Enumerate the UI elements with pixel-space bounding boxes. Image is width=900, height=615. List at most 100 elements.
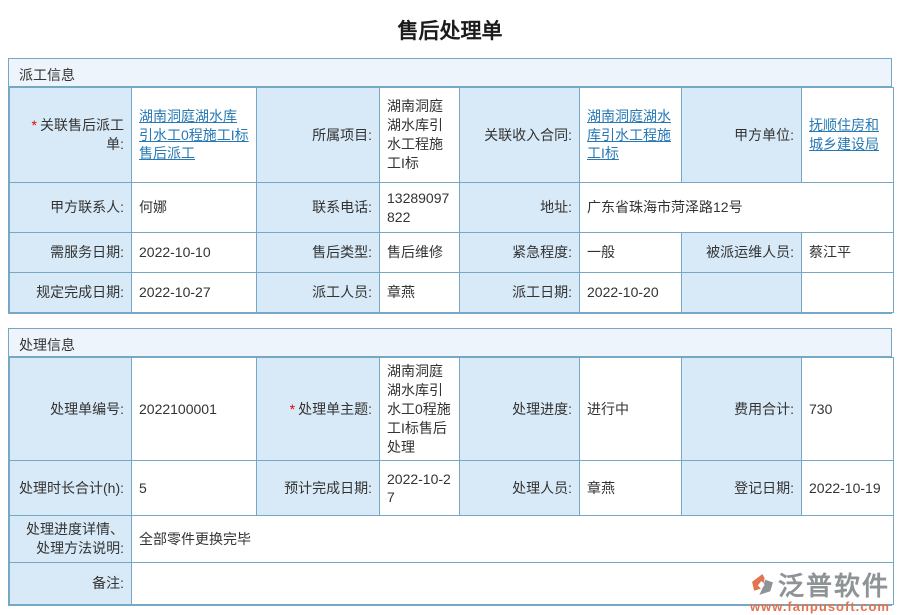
field-value: 湖南洞庭湖水库引水工程施工I标 <box>387 98 443 171</box>
field-label: 处理进度: <box>512 401 572 417</box>
field-value: 何娜 <box>139 199 167 215</box>
field-label: 地址: <box>540 199 572 215</box>
field-value: 5 <box>139 480 147 496</box>
label-aftersale-type: 售后类型: <box>257 233 380 273</box>
field-label: 联系电话: <box>312 199 372 215</box>
label-service-date: 需服务日期: <box>10 233 132 273</box>
field-label: 处理单编号: <box>50 401 124 417</box>
income-contract-link[interactable]: 湖南洞庭湖水库引水工程施工I标 <box>587 108 671 162</box>
field-value: 广东省珠海市菏泽路12号 <box>587 199 743 215</box>
table-row: *关联售后派工单: 湖南洞庭湖水库引水工0程施工I标售后派工 所属项目: 湖南洞… <box>10 88 894 183</box>
field-label: 被派运维人员: <box>706 244 794 260</box>
value-register-date: 2022-10-19 <box>802 461 894 516</box>
label-dispatch-date: 派工日期: <box>460 273 580 313</box>
field-value: 730 <box>809 401 832 417</box>
value-order-no: 2022100001 <box>132 358 257 461</box>
dispatch-table: *关联售后派工单: 湖南洞庭湖水库引水工0程施工I标售后派工 所属项目: 湖南洞… <box>9 87 894 313</box>
value-party-a-contact: 何娜 <box>132 183 257 233</box>
fanpu-url-text: www.fanpusoft.com <box>750 600 890 614</box>
value-project: 湖南洞庭湖水库引水工程施工I标 <box>380 88 460 183</box>
label-progress: 处理进度: <box>460 358 580 461</box>
fanpu-logo-icon <box>750 573 775 598</box>
label-related-aftersale-dispatch: *关联售后派工单: <box>10 88 132 183</box>
label-total-hours: 处理时长合计(h): <box>10 461 132 516</box>
field-label: 登记日期: <box>734 480 794 496</box>
page-title: 售后处理单 <box>0 15 900 45</box>
field-value: 进行中 <box>587 401 629 417</box>
field-label: 派工人员: <box>312 284 372 300</box>
field-label: 关联售后派工单: <box>40 117 124 152</box>
label-progress-detail: 处理进度详情、处理方法说明: <box>10 516 132 563</box>
value-phone: 13289097822 <box>380 183 460 233</box>
field-label: 所属项目: <box>312 127 372 143</box>
label-party-a-unit: 甲方单位: <box>682 88 802 183</box>
table-row: 需服务日期: 2022-10-10 售后类型: 售后维修 紧急程度: 一般 被派… <box>10 233 894 273</box>
label-income-contract: 关联收入合同: <box>460 88 580 183</box>
label-party-a-contact: 甲方联系人: <box>10 183 132 233</box>
field-value: 湖南洞庭湖水库引水工0程施工I标售后处理 <box>387 363 451 455</box>
field-label: 处理进度详情、处理方法说明: <box>26 521 124 556</box>
field-value: 一般 <box>587 244 615 260</box>
field-label: 售后类型: <box>312 244 372 260</box>
table-row: 处理时长合计(h): 5 预计完成日期: 2022-10-27 处理人员: 章燕… <box>10 461 894 516</box>
fanpu-watermark: 泛普软件 www.fanpusoft.com <box>750 573 890 614</box>
field-label: 紧急程度: <box>512 244 572 260</box>
field-value: 2022-10-20 <box>587 284 659 300</box>
field-label: 关联收入合同: <box>484 127 572 143</box>
field-value: 2022-10-27 <box>387 471 451 506</box>
field-label: 派工日期: <box>512 284 572 300</box>
field-value: 2022-10-10 <box>139 244 211 260</box>
value-related-aftersale-dispatch: 湖南洞庭湖水库引水工0程施工I标售后派工 <box>132 88 257 183</box>
label-dispatched-staff: 被派运维人员: <box>682 233 802 273</box>
value-address: 广东省珠海市菏泽路12号 <box>580 183 894 233</box>
dispatch-info-panel: 派工信息 *关联售后派工单: 湖南洞庭湖水库引水工0程施工I标售后派工 所属项目… <box>8 58 892 314</box>
field-value: 2022-10-19 <box>809 480 881 496</box>
party-a-unit-link[interactable]: 抚顺住房和城乡建设局 <box>809 117 879 152</box>
field-label: 规定完成日期: <box>36 284 124 300</box>
field-value: 章燕 <box>587 480 615 496</box>
label-order-no: 处理单编号: <box>10 358 132 461</box>
label-required-finish-date: 规定完成日期: <box>10 273 132 313</box>
value-subject: 湖南洞庭湖水库引水工0程施工I标售后处理 <box>380 358 460 461</box>
label-project: 所属项目: <box>257 88 380 183</box>
field-label: 备注: <box>92 575 124 591</box>
required-asterisk: * <box>32 117 37 133</box>
value-service-date: 2022-10-10 <box>132 233 257 273</box>
label-phone: 联系电话: <box>257 183 380 233</box>
field-value: 售后维修 <box>387 244 443 260</box>
table-row: 规定完成日期: 2022-10-27 派工人员: 章燕 派工日期: 2022-1… <box>10 273 894 313</box>
table-row: 处理单编号: 2022100001 *处理单主题: 湖南洞庭湖水库引水工0程施工… <box>10 358 894 461</box>
related-dispatch-link[interactable]: 湖南洞庭湖水库引水工0程施工I标售后派工 <box>139 108 249 162</box>
label-total-cost: 费用合计: <box>682 358 802 461</box>
field-label: 处理单主题: <box>298 401 372 417</box>
field-value: 章燕 <box>387 284 415 300</box>
value-total-cost: 730 <box>802 358 894 461</box>
fanpu-brand-text: 泛普软件 <box>778 573 890 599</box>
field-value: 13289097822 <box>387 190 449 225</box>
value-dispatched-staff: 蔡江平 <box>802 233 894 273</box>
required-asterisk: * <box>290 401 295 417</box>
value-dispatcher: 章燕 <box>380 273 460 313</box>
field-value: 全部零件更换完毕 <box>139 531 251 547</box>
field-value: 2022100001 <box>139 401 217 417</box>
label-expected-finish-date: 预计完成日期: <box>257 461 380 516</box>
value-urgency: 一般 <box>580 233 682 273</box>
dispatch-section-header: 派工信息 <box>9 59 891 87</box>
label-empty <box>682 273 802 313</box>
field-value: 蔡江平 <box>809 244 851 260</box>
value-handler: 章燕 <box>580 461 682 516</box>
value-dispatch-date: 2022-10-20 <box>580 273 682 313</box>
value-expected-finish-date: 2022-10-27 <box>380 461 460 516</box>
label-dispatcher: 派工人员: <box>257 273 380 313</box>
value-total-hours: 5 <box>132 461 257 516</box>
value-party-a-unit: 抚顺住房和城乡建设局 <box>802 88 894 183</box>
label-urgency: 紧急程度: <box>460 233 580 273</box>
field-label: 处理人员: <box>512 480 572 496</box>
table-row: 处理进度详情、处理方法说明: 全部零件更换完毕 <box>10 516 894 563</box>
table-row: 甲方联系人: 何娜 联系电话: 13289097822 地址: 广东省珠海市菏泽… <box>10 183 894 233</box>
value-required-finish-date: 2022-10-27 <box>132 273 257 313</box>
label-handler: 处理人员: <box>460 461 580 516</box>
label-remark: 备注: <box>10 563 132 605</box>
field-label: 费用合计: <box>734 401 794 417</box>
label-subject: *处理单主题: <box>257 358 380 461</box>
